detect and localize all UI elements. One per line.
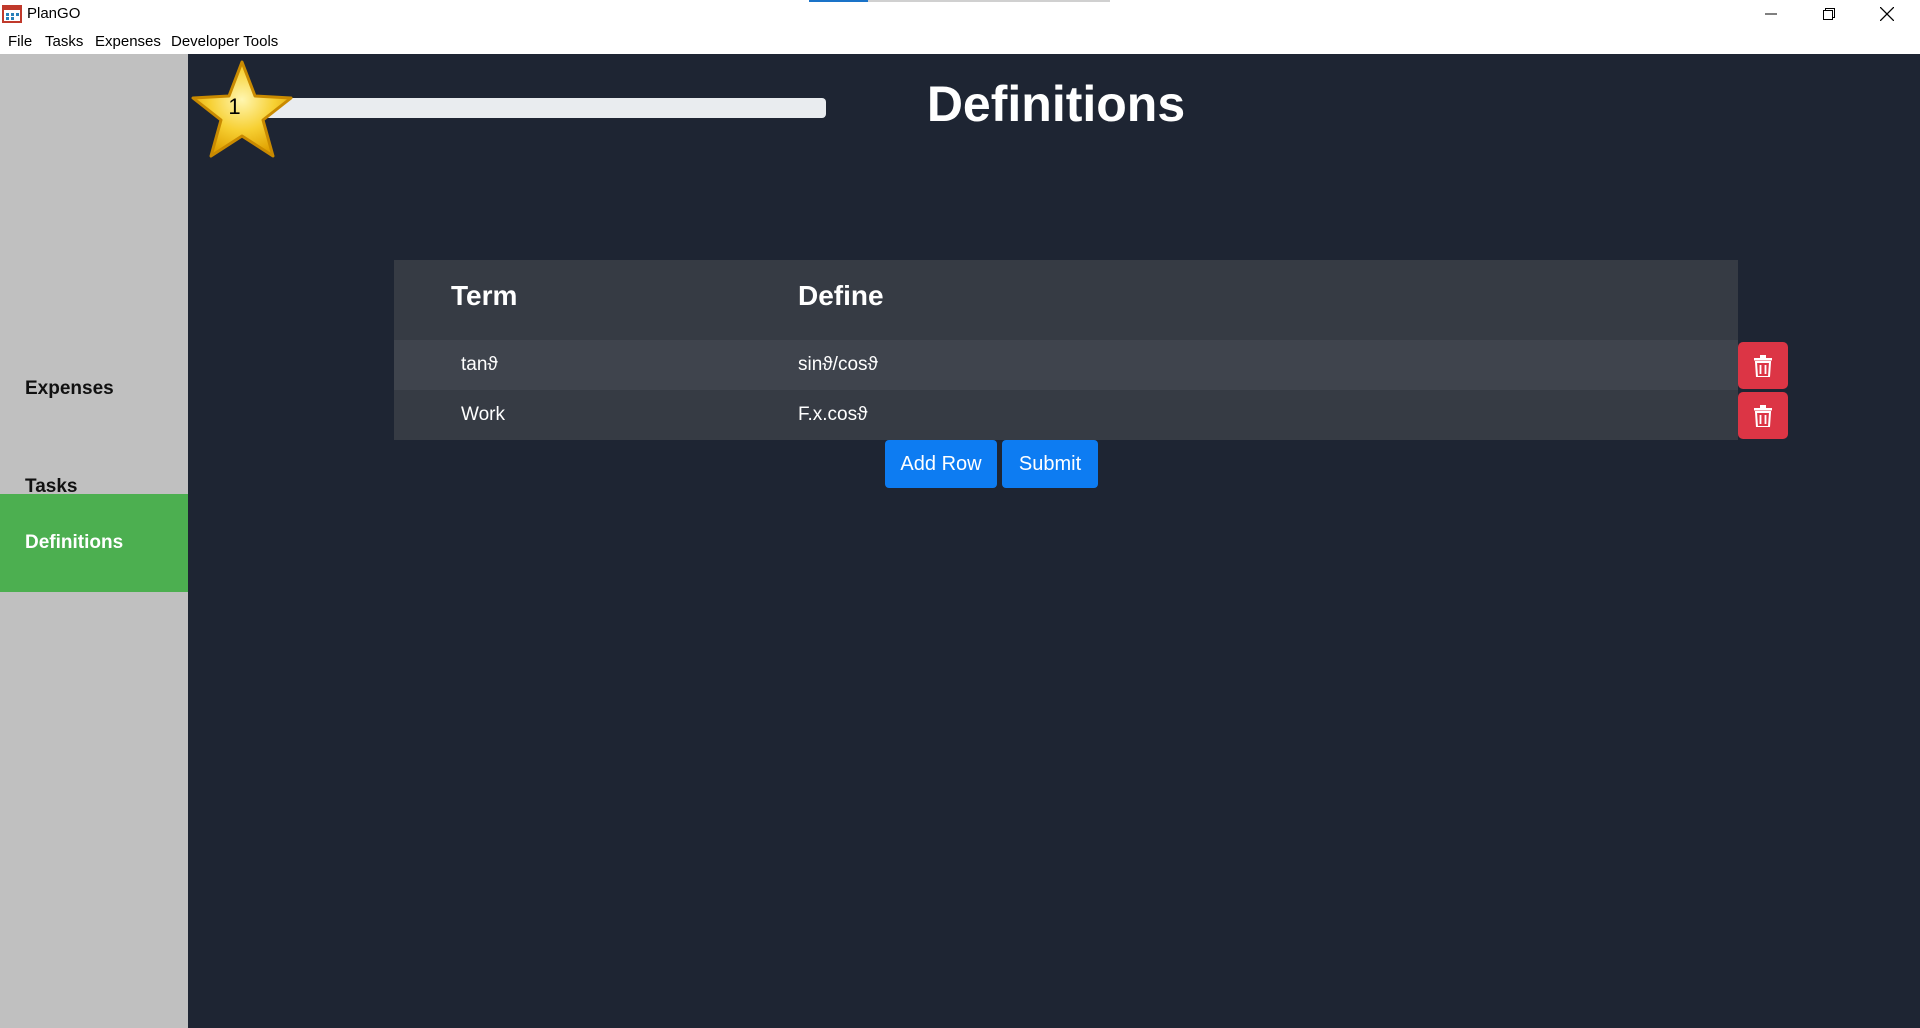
table-header: Term Define (394, 260, 1738, 340)
menu-expenses[interactable]: Expenses (95, 33, 161, 50)
title-bar: PlanGO (0, 0, 1920, 28)
close-button[interactable] (1858, 0, 1916, 28)
term-cell[interactable]: tanϑ (461, 354, 498, 376)
sidebar-item-label: Expenses (25, 378, 114, 399)
xp-progress-bar (250, 98, 826, 118)
page-title: Definitions (926, 76, 1186, 132)
menu-tasks[interactable]: Tasks (45, 33, 83, 50)
trash-icon (1754, 354, 1772, 377)
trash-icon (1754, 404, 1772, 427)
column-header-define: Define (798, 280, 884, 311)
menu-developer-tools[interactable]: Developer Tools (171, 33, 278, 50)
term-cell[interactable]: Work (461, 404, 505, 426)
title-accent (809, 0, 868, 2)
app-icon (2, 5, 22, 23)
menu-file[interactable]: File (8, 33, 32, 50)
close-icon (1880, 7, 1894, 21)
menu-bar: File Tasks Expenses Developer Tools (0, 28, 1920, 54)
restore-icon (1823, 8, 1835, 20)
delete-row-button[interactable] (1738, 392, 1788, 439)
sidebar-item-definitions[interactable]: Definitions (0, 494, 188, 592)
table-row: tanϑ sinϑ/cosϑ (394, 340, 1738, 390)
define-cell[interactable]: sinϑ/cosϑ (798, 354, 878, 376)
definitions-table: Term Define tanϑ sinϑ/cosϑ Work F.x.cosϑ (394, 260, 1738, 440)
table-row: Work F.x.cosϑ (394, 390, 1738, 440)
submit-button[interactable]: Submit (1002, 440, 1098, 488)
minimize-icon (1765, 13, 1777, 15)
window-title: PlanGO (27, 5, 81, 22)
title-accent-track (868, 0, 1110, 2)
sidebar: Expenses Tasks Definitions (0, 54, 188, 1028)
restore-button[interactable] (1800, 0, 1858, 28)
column-header-term: Term (451, 280, 518, 311)
define-cell[interactable]: F.x.cosϑ (798, 404, 868, 426)
sidebar-item-label: Definitions (25, 532, 124, 553)
sidebar-item-expenses[interactable]: Expenses (0, 340, 188, 438)
minimize-button[interactable] (1742, 0, 1800, 28)
delete-row-button[interactable] (1738, 342, 1788, 389)
level-number: 1 (228, 94, 241, 119)
add-row-button[interactable]: Add Row (885, 440, 997, 488)
